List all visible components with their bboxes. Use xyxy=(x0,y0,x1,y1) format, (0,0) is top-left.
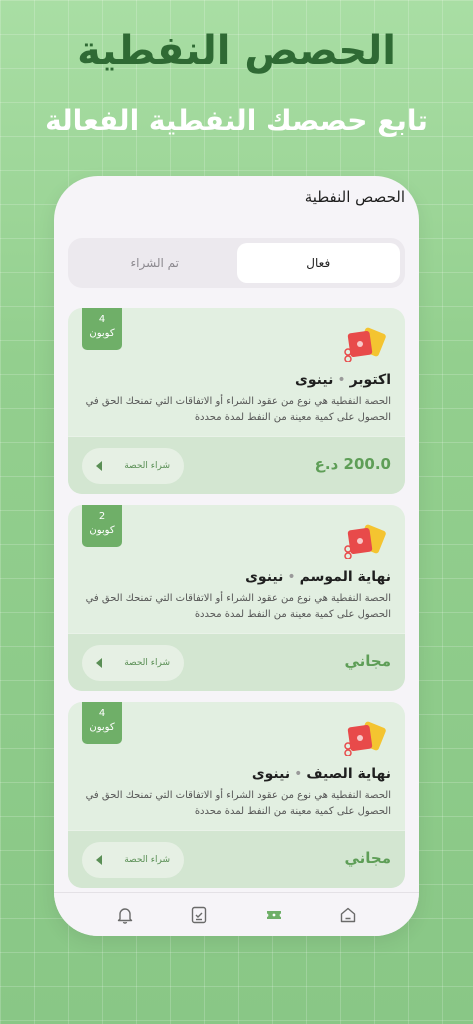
ticket-coupon-icon xyxy=(344,721,386,756)
nav-home[interactable] xyxy=(336,903,360,927)
card-location: نينوى xyxy=(295,372,334,388)
separator-dot: • xyxy=(337,372,346,388)
ticket-coupon-icon xyxy=(344,524,386,559)
nav-notifications[interactable] xyxy=(113,903,137,927)
card-title: نهاية الصيف•نينوى xyxy=(252,766,391,782)
bottom-nav xyxy=(54,892,419,936)
coupon-count: 4 xyxy=(98,708,106,719)
card-footer: 200.0 د.ع شراء الحصة xyxy=(68,436,405,494)
home-icon xyxy=(340,907,356,922)
card-period: نهاية الموسم xyxy=(299,569,391,585)
buy-button-label: شراء الحصة xyxy=(124,461,170,471)
coupon-badge: 2 كوبون xyxy=(82,505,122,547)
tab-bar: فعال تم الشراء xyxy=(68,238,405,288)
buy-button-label: شراء الحصة xyxy=(124,658,170,668)
card-description: الحصة النفطية هي نوع من عقود الشراء أو ا… xyxy=(85,593,391,620)
arrow-left-icon xyxy=(96,855,102,865)
coupon-label: كوبون xyxy=(89,328,115,339)
arrow-left-icon xyxy=(96,658,102,668)
phone-frame: الحصص النفطية فعال تم الشراء 4 كوبون اكت… xyxy=(54,176,419,936)
card-location: نينوى xyxy=(245,569,284,585)
ticket-icon xyxy=(266,910,281,919)
quota-card: 4 كوبون نهاية الصيف•نينوى الحصة النفطية … xyxy=(68,702,405,888)
buy-button-label: شراء الحصة xyxy=(124,855,170,865)
hero-subtitle: تابع حصصك النفطية الفعالة xyxy=(45,104,428,137)
coupon-count: 4 xyxy=(98,314,106,325)
quota-card: 2 كوبون نهاية الموسم•نينوى الحصة النفطية… xyxy=(68,505,405,691)
card-price: مجاني xyxy=(344,849,391,867)
card-footer: مجاني شراء الحصة xyxy=(68,830,405,888)
coupon-count: 2 xyxy=(98,511,106,522)
card-title: اكتوبر•نينوى xyxy=(295,372,391,388)
tab-purchased[interactable]: تم الشراء xyxy=(73,243,237,283)
coupon-badge: 4 كوبون xyxy=(82,702,122,744)
coupon-label: كوبون xyxy=(89,525,115,536)
card-location: نينوى xyxy=(251,766,291,782)
bell-icon xyxy=(117,907,133,924)
card-footer: مجاني شراء الحصة xyxy=(68,633,405,691)
checklist-icon xyxy=(192,906,207,923)
card-price: مجاني xyxy=(344,652,391,670)
arrow-left-icon xyxy=(96,461,102,471)
separator-dot: • xyxy=(294,766,303,782)
card-title: نهاية الموسم•نينوى xyxy=(245,569,391,585)
card-description: الحصة النفطية هي نوع من عقود الشراء أو ا… xyxy=(85,790,391,817)
ticket-coupon-icon xyxy=(344,327,386,362)
quota-card: 4 كوبون اكتوبر•نينوى الحصة النفطية هي نو… xyxy=(68,308,405,494)
card-period: اكتوبر xyxy=(349,372,391,388)
buy-quota-button[interactable]: شراء الحصة xyxy=(82,448,184,484)
nav-quotas[interactable] xyxy=(262,903,286,927)
coupon-badge: 4 كوبون xyxy=(82,308,122,350)
separator-dot: • xyxy=(287,569,296,585)
coupon-label: كوبون xyxy=(89,722,115,733)
tab-active[interactable]: فعال xyxy=(236,243,400,283)
buy-quota-button[interactable]: شراء الحصة xyxy=(82,645,184,681)
buy-quota-button[interactable]: شراء الحصة xyxy=(82,842,184,878)
card-description: الحصة النفطية هي نوع من عقود الشراء أو ا… xyxy=(85,396,391,423)
hero-title: الحصص النفطية xyxy=(77,28,396,74)
card-price: 200.0 د.ع xyxy=(314,455,391,473)
screen-title: الحصص النفطية xyxy=(304,188,405,206)
card-period: نهاية الصيف xyxy=(306,766,391,782)
nav-orders[interactable] xyxy=(187,903,211,927)
